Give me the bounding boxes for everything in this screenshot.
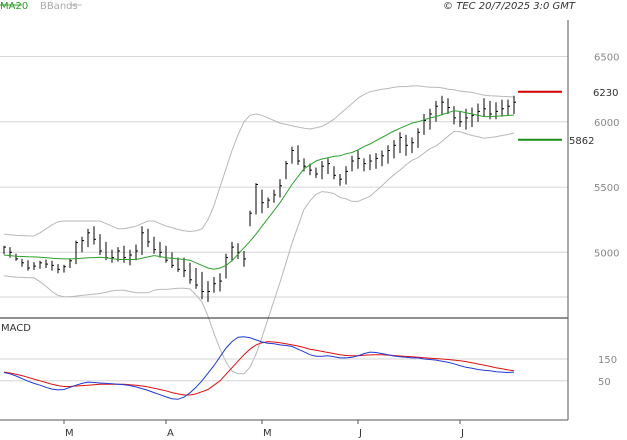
price-tick-label: 6000 — [594, 118, 619, 129]
month-label: J — [460, 428, 464, 439]
month-label: J — [358, 428, 362, 439]
price-tick-label: 5500 — [594, 183, 619, 194]
legend-ma-label: MA20 — [0, 1, 28, 12]
stock-chart: MA20 BBands © TEC 20/7/2025 3:0 GMT 6500… — [0, 0, 627, 440]
macd-title: MACD — [1, 323, 31, 334]
month-label: A — [167, 428, 174, 439]
month-label: M — [263, 428, 272, 439]
macd-tick-label: 50 — [598, 377, 611, 388]
resistance-label: 6230 — [593, 88, 618, 99]
month-label: M — [65, 428, 74, 439]
chart-background — [0, 0, 627, 440]
legend-bb-label: BBands — [40, 1, 78, 12]
support-label: 5862 — [569, 136, 594, 147]
price-tick-label: 5000 — [594, 248, 619, 259]
price-tick-label: 6500 — [594, 53, 619, 64]
copyright-timestamp: © TEC 20/7/2025 3:0 GMT — [443, 1, 576, 12]
macd-tick-label: 150 — [598, 355, 617, 366]
